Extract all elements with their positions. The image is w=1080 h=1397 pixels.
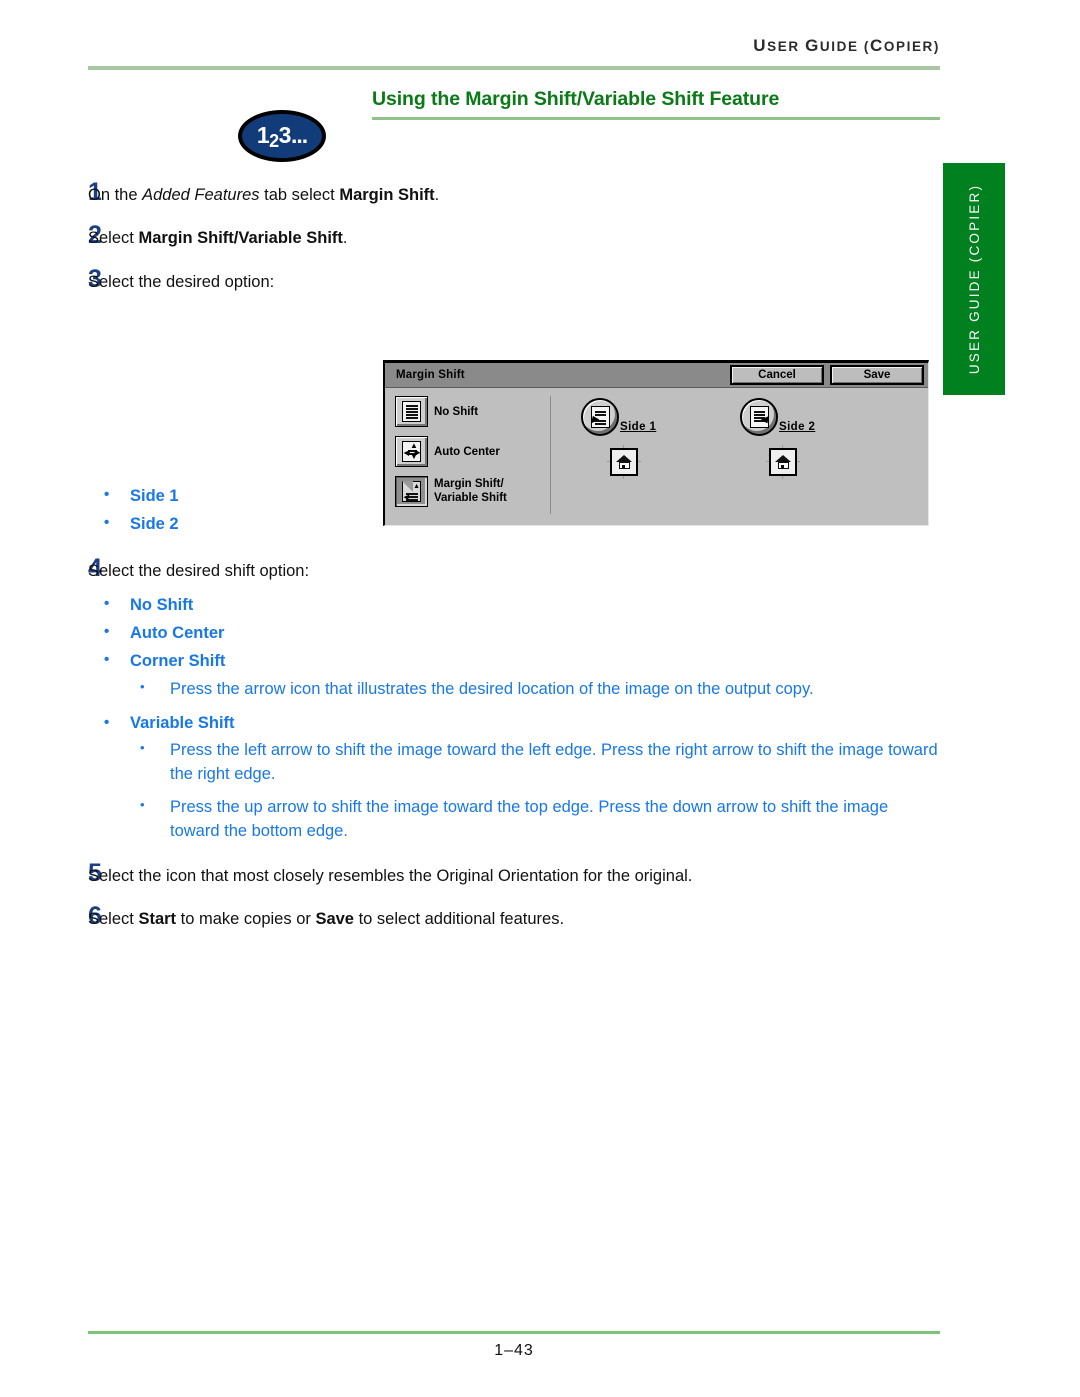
step-2-number: 2 xyxy=(88,221,102,250)
auto-center-button[interactable]: ▲ ▼ ◀ ▶ xyxy=(395,436,428,467)
panel-body: No Shift ▲ ▼ ◀ ▶ Auto Center ▲ ◀ Margin … xyxy=(385,388,928,526)
step-2-bold: Margin Shift/Variable Shift xyxy=(138,229,343,248)
step-4-text: Select the desired shift option: xyxy=(88,561,310,580)
running-header-text-ser: SER xyxy=(767,39,806,54)
running-header-text-c: C xyxy=(870,36,884,55)
copier-margin-shift-screen: Margin Shift Cancel Save No Shift ▲ ▼ ◀ … xyxy=(383,360,929,526)
step-6-text-before: Select xyxy=(88,910,139,929)
original-orientation-house-icon[interactable] xyxy=(769,448,797,476)
step-6-bold-save: Save xyxy=(315,910,354,929)
margin-shift-label-line2: Variable Shift xyxy=(434,491,507,504)
step-4-sub-bullet-list: Press the arrow icon that illustrates th… xyxy=(88,678,940,843)
sub-bullet-variable-shift-vertical: Press the up arrow to shift the image to… xyxy=(88,796,940,843)
bullet-variable-shift: Variable Shift xyxy=(88,712,940,735)
shift-options-column: No Shift ▲ ▼ ◀ ▶ Auto Center ▲ ◀ Margin … xyxy=(395,396,541,516)
step-4: 4 Select the desired shift option: xyxy=(88,555,940,583)
step-3: 3 Select the desired option: xyxy=(88,266,940,294)
header-divider-rule xyxy=(88,66,940,70)
step-6-number: 6 xyxy=(88,902,102,931)
running-header: USER GUIDE (COPIER) xyxy=(88,36,940,56)
step-2: 2 Select Margin Shift/Variable Shift. xyxy=(88,223,940,250)
step-2-text-before: Select xyxy=(88,229,139,248)
bullet-auto-center: Auto Center xyxy=(88,621,940,646)
page-title: Using the Margin Shift/Variable Shift Fe… xyxy=(372,88,780,110)
side-2-group: ◀ Side 2 xyxy=(740,398,815,479)
step-6: 6 Select Start to make copies or Save to… xyxy=(88,904,940,931)
procedure-steps-badge: 123... xyxy=(238,110,326,162)
no-shift-button[interactable] xyxy=(395,396,428,427)
step-3-text: Select the desired option: xyxy=(88,272,275,291)
step-1-text-after: . xyxy=(434,186,440,204)
step-6-text: Select Start to make copies or Save to s… xyxy=(88,904,940,931)
step-1-text-before: On the xyxy=(88,186,143,204)
step-6-text-after: to select additional features. xyxy=(354,910,565,929)
no-shift-label: No Shift xyxy=(434,405,479,418)
step-5: 5 Select the icon that most closely rese… xyxy=(88,860,940,888)
side-2-orientation[interactable] xyxy=(766,445,800,479)
side-1-group: ▶ Side 1 xyxy=(581,398,656,479)
step-1-bold: Margin Shift xyxy=(339,186,435,204)
side-2-header[interactable]: ◀ Side 2 xyxy=(740,398,815,436)
column-divider xyxy=(550,396,551,514)
running-header-text-u: U xyxy=(753,36,768,55)
margin-shift-label-line1: Margin Shift/ xyxy=(434,478,504,491)
option-row-auto-center[interactable]: ▲ ▼ ◀ ▶ Auto Center xyxy=(395,436,541,467)
side2-shift-right-icon[interactable]: ◀ xyxy=(740,398,778,436)
side-tab-user-guide-copier: USER GUIDE (COPIER) xyxy=(943,163,1005,395)
panel-titlebar: Margin Shift Cancel Save xyxy=(385,363,928,388)
step-6-text-mid: to make copies or xyxy=(176,910,316,929)
step-5-number: 5 xyxy=(88,858,102,887)
running-header-text-uide: UIDE ( xyxy=(819,39,870,54)
option-row-no-shift[interactable]: No Shift xyxy=(395,396,541,427)
steps-badge-label: 123... xyxy=(256,121,308,150)
badge-digit-1: 1 xyxy=(256,121,270,148)
bullet-no-shift: No Shift xyxy=(88,593,940,618)
panel-title: Margin Shift xyxy=(396,369,465,381)
step-1-italic: Added Features xyxy=(142,186,260,204)
cancel-button[interactable]: Cancel xyxy=(730,365,824,385)
auto-center-label: Auto Center xyxy=(434,445,500,458)
step-1: 1 On the Added Features tab select Margi… xyxy=(88,180,940,207)
badge-dots: ... xyxy=(290,121,308,148)
step-2-text: Select Margin Shift/Variable Shift. xyxy=(88,223,940,250)
page-number: 1–43 xyxy=(494,1342,534,1359)
side-1-header[interactable]: ▶ Side 1 xyxy=(581,398,656,436)
bullet-corner-shift: Corner Shift xyxy=(88,649,940,674)
badge-digit-3: 3 xyxy=(278,121,292,148)
original-orientation-house-icon[interactable] xyxy=(610,448,638,476)
step-2-text-after: . xyxy=(342,229,348,248)
save-button[interactable]: Save xyxy=(830,365,924,385)
side-tab-label: USER GUIDE (COPIER) xyxy=(966,183,982,375)
footer-divider-rule xyxy=(88,1331,940,1334)
step-6-bold-start: Start xyxy=(138,910,177,929)
running-header-text-g: G xyxy=(805,36,820,55)
badge-digit-2: 2 xyxy=(269,130,279,151)
step-1-number: 1 xyxy=(88,178,102,206)
document-lines-icon xyxy=(402,401,421,422)
step-1-text-mid: tab select xyxy=(259,186,340,204)
sub-bullet-corner-shift-detail: Press the arrow icon that illustrates th… xyxy=(88,678,940,701)
auto-center-icon: ▲ ▼ ◀ ▶ xyxy=(402,441,421,462)
margin-shift-variable-shift-button[interactable]: ▲ ◀ xyxy=(395,476,428,507)
procedure-content: 1 On the Added Features tab select Margi… xyxy=(88,180,940,948)
running-header-text-opier: OPIER) xyxy=(883,39,940,54)
side-1-label: Side 1 xyxy=(620,421,657,433)
title-underline-rule xyxy=(372,117,940,120)
sub-bullet-variable-shift-horizontal: Press the left arrow to shift the image … xyxy=(88,739,940,786)
step-4-bullet-list: No Shift Auto Center Corner Shift xyxy=(88,593,940,673)
option-row-margin-shift[interactable]: ▲ ◀ Margin Shift/ Variable Shift xyxy=(395,476,541,507)
side1-shift-left-icon[interactable]: ▶ xyxy=(581,398,619,436)
step-5-text: Select the icon that most closely resemb… xyxy=(88,866,693,885)
step-3-number: 3 xyxy=(88,264,102,293)
side-2-label: Side 2 xyxy=(779,421,816,433)
step-4-number: 4 xyxy=(88,553,102,582)
side-1-orientation[interactable] xyxy=(607,445,641,479)
margin-shift-icon: ▲ ◀ xyxy=(402,481,421,502)
step-1-text: On the Added Features tab select Margin … xyxy=(88,180,940,207)
